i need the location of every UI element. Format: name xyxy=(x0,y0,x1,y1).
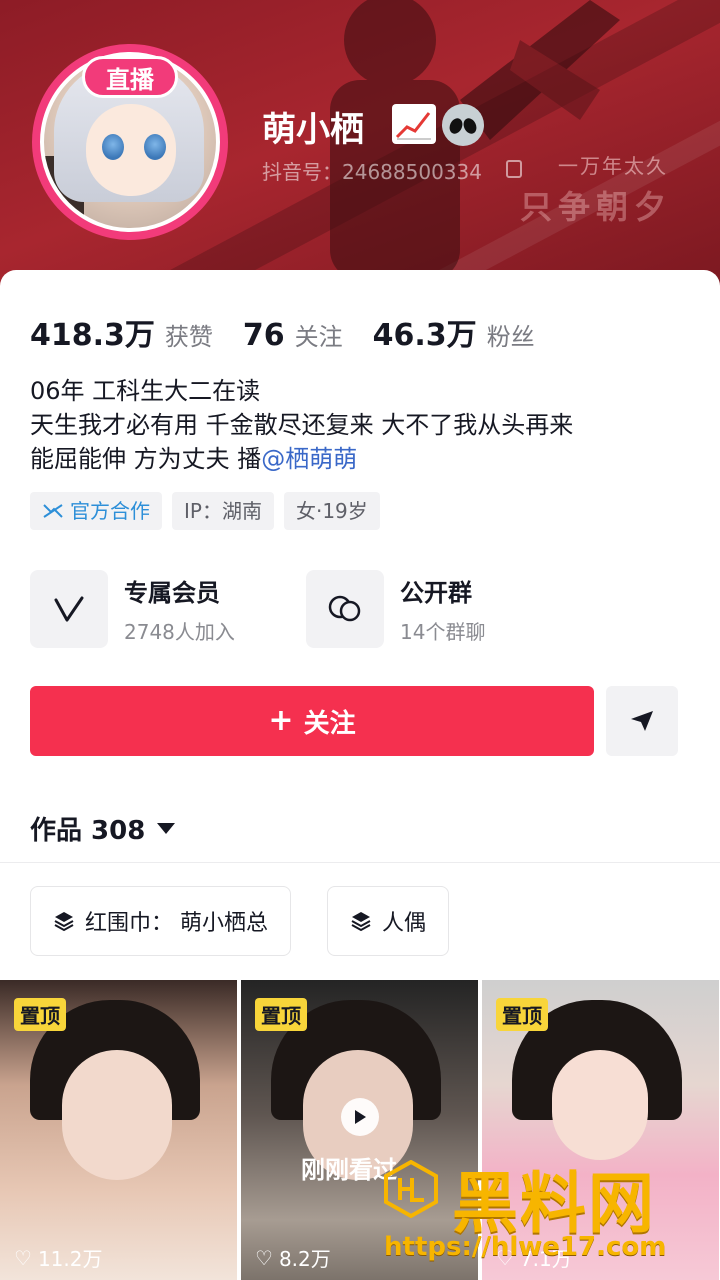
alien-icon xyxy=(442,104,484,146)
stat-following[interactable]: 76 关注 xyxy=(243,317,343,353)
video-thumbnail[interactable]: 置顶 ♡ 11.2万 xyxy=(0,980,237,1280)
stat-value: 76 xyxy=(242,318,285,353)
likes-count: 11.2万 xyxy=(37,1247,103,1271)
chart-increasing-icon xyxy=(392,104,436,144)
video-likes: ♡ 11.2万 xyxy=(14,1243,102,1272)
profile-banner: 一万年太久 只争朝夕 直播 萌小栖 抖音号：24688500334 xyxy=(0,0,720,300)
watermark-url: https://hlwe17.com xyxy=(384,1232,667,1262)
nickname-icons xyxy=(392,104,484,146)
stat-followers[interactable]: 46.3万 粉丝 xyxy=(373,310,535,354)
heart-icon: ♡ xyxy=(255,1245,273,1270)
send-icon xyxy=(631,711,653,731)
douyin-id: 抖音号：24688500334 xyxy=(262,160,482,184)
banner-slogan-line2: 只争朝夕 xyxy=(519,188,672,226)
feature-subtitle: 14个群聊 xyxy=(400,620,486,644)
bio-line: 06年 工科生大二在读 xyxy=(30,377,261,405)
collection-chip[interactable]: 人偶 xyxy=(327,886,450,956)
profile-nickname: 萌小栖 xyxy=(262,110,364,150)
bio-line: 天生我才必有用 千金散尽还复来 大不了我从头再来 xyxy=(30,411,574,439)
video-likes: ♡ 8.2万 xyxy=(255,1243,331,1272)
follow-label: 关注 xyxy=(303,708,356,739)
banner-slogan-line1: 一万年太久 xyxy=(558,154,668,178)
send-button[interactable] xyxy=(606,686,678,756)
likes-count: 8.2万 xyxy=(278,1247,331,1271)
collection-label: 红围巾： 萌小栖总 xyxy=(85,911,268,936)
heart-icon: ♡ xyxy=(14,1245,32,1270)
chat-bubbles-icon xyxy=(306,570,384,648)
pinned-badge: 置顶 xyxy=(14,998,66,1031)
layers-icon xyxy=(351,912,371,932)
bio-text: 能屈能伸 方为丈夫 播 xyxy=(30,445,262,473)
stat-likes[interactable]: 418.3万 获赞 xyxy=(30,310,213,354)
stat-value: 418.3万 xyxy=(30,318,155,353)
works-tab-label: 作品 308 xyxy=(30,816,146,846)
public-group-entry[interactable]: 公开群 14个群聊 xyxy=(306,570,485,648)
stat-label: 关注 xyxy=(294,323,343,351)
feature-title: 公开群 xyxy=(400,579,472,607)
play-icon xyxy=(341,1098,379,1136)
divider xyxy=(0,862,720,863)
tag-label: 官方合作 xyxy=(70,499,150,523)
bio-line: 能屈能伸 方为丈夫 播@栖萌萌 xyxy=(30,442,573,476)
live-badge[interactable]: 直播 xyxy=(82,56,178,98)
stat-value: 46.3万 xyxy=(372,318,477,353)
collection-chip[interactable]: 红围巾： 萌小栖总 xyxy=(30,886,291,956)
tag-gender-age: 女·19岁 xyxy=(283,492,380,530)
layers-icon xyxy=(54,912,74,932)
feature-title: 专属会员 xyxy=(124,579,220,607)
feature-subtitle: 2748人加入 xyxy=(124,620,235,644)
profile-tags: 官方合作 IP：湖南 女·19岁 xyxy=(30,492,380,530)
bio-mention-link[interactable]: @栖萌萌 xyxy=(261,445,357,473)
collection-label: 人偶 xyxy=(382,911,427,936)
pinned-badge: 置顶 xyxy=(496,998,548,1031)
exclusive-member-entry[interactable]: 专属会员 2748人加入 xyxy=(30,570,235,648)
profile-bio: 06年 工科生大二在读 天生我才必有用 千金散尽还复来 大不了我从头再来 能屈能… xyxy=(30,374,573,476)
plus-icon: + xyxy=(268,703,294,738)
handshake-icon xyxy=(43,504,63,518)
works-tab[interactable]: 作品 308 xyxy=(30,810,176,847)
copy-icon[interactable] xyxy=(506,160,522,178)
profile-card: 418.3万 获赞 76 关注 46.3万 粉丝 06年 工科生大二在读 天生我… xyxy=(0,270,720,1280)
stat-label: 获赞 xyxy=(164,323,213,351)
tag-official-cooperation[interactable]: 官方合作 xyxy=(30,492,162,530)
follow-button[interactable]: + 关注 xyxy=(30,686,594,756)
caret-down-icon xyxy=(157,823,176,834)
stat-label: 粉丝 xyxy=(486,323,535,351)
stats-row: 418.3万 获赞 76 关注 46.3万 粉丝 xyxy=(30,310,565,354)
pinned-badge: 置顶 xyxy=(255,998,307,1031)
tag-ip-location: IP：湖南 xyxy=(172,492,274,530)
v-icon xyxy=(30,570,108,648)
watermark-logo xyxy=(384,1160,438,1218)
